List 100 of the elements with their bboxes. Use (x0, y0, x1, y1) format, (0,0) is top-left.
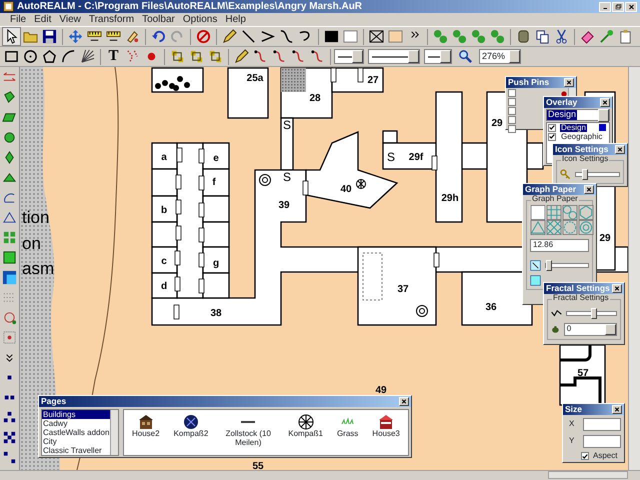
slider-track[interactable] (566, 311, 617, 316)
close-button[interactable] (399, 397, 409, 406)
line-end-dropdown[interactable] (424, 49, 452, 64)
pin-checkbox[interactable] (508, 89, 516, 97)
seed-spin-field[interactable]: 0 (564, 323, 617, 336)
slider-track[interactable] (545, 263, 589, 268)
color-swatch-icon[interactable] (388, 29, 403, 44)
pencil-icon[interactable] (222, 29, 237, 44)
fill-icon[interactable] (2, 270, 17, 284)
layer-checkbox[interactable] (548, 124, 556, 132)
grid-pattern-icon[interactable] (530, 205, 546, 220)
group-icon[interactable] (170, 49, 185, 64)
grid-pattern-icon[interactable] (562, 220, 578, 235)
curve-icon[interactable] (279, 29, 294, 44)
menu-item[interactable]: View (55, 13, 85, 26)
layer-checkbox[interactable] (548, 132, 556, 140)
pentagon-icon[interactable] (42, 49, 57, 64)
zoom-icon[interactable] (458, 49, 473, 64)
dots-icon[interactable] (2, 430, 17, 444)
slider-track[interactable] (575, 172, 620, 177)
grid-pattern-icon[interactable] (578, 205, 594, 220)
curve-icon[interactable] (253, 49, 268, 64)
close-button[interactable] (612, 284, 622, 293)
copy-icon[interactable] (535, 29, 550, 44)
grid-pattern-icon[interactable] (530, 220, 546, 235)
text-tool-button[interactable]: T (104, 47, 123, 66)
curve-icon[interactable] (291, 49, 306, 64)
pin-checkbox[interactable] (508, 107, 516, 115)
pin-checkbox[interactable] (508, 98, 516, 106)
undo-icon[interactable] (151, 29, 166, 44)
group-icon[interactable] (208, 49, 223, 64)
nodes-icon[interactable] (433, 29, 448, 44)
circle-icon[interactable] (23, 49, 38, 64)
menu-item[interactable]: Transform (84, 13, 138, 26)
nodes-icon[interactable] (452, 29, 467, 44)
slider-thumb[interactable] (582, 169, 588, 180)
cylinder-icon[interactable] (516, 29, 531, 44)
scissors-icon[interactable] (554, 29, 569, 44)
node-icon[interactable] (2, 310, 17, 324)
category-item[interactable]: Buildings (42, 410, 110, 419)
layer-item[interactable]: Design (560, 124, 587, 132)
house-icon[interactable] (378, 414, 394, 430)
close-button[interactable] (615, 145, 625, 154)
arc-icon[interactable] (61, 49, 76, 64)
compass-icon[interactable] (182, 414, 199, 430)
line-color-icon[interactable] (530, 260, 541, 271)
dotted-path-icon[interactable] (125, 49, 140, 64)
line-end-dropdown[interactable] (334, 49, 364, 64)
grid-pattern-icon[interactable] (546, 220, 562, 235)
menu-item[interactable]: Options (178, 13, 222, 26)
dropper-icon[interactable] (599, 29, 614, 44)
close-button[interactable] (600, 98, 610, 107)
category-item[interactable]: Classic Traveller (42, 446, 110, 455)
dots-icon[interactable] (2, 410, 17, 424)
curve-icon[interactable] (272, 49, 287, 64)
polyline-icon[interactable] (260, 29, 275, 44)
layer-dropdown[interactable]: Design (546, 109, 610, 121)
menu-item[interactable]: Edit (30, 13, 56, 26)
zoom-dropdown[interactable]: 276% (479, 49, 521, 64)
size-field[interactable] (583, 435, 621, 448)
paint-icon[interactable] (125, 29, 140, 44)
menu-item[interactable]: Help (221, 13, 250, 26)
color-swatch-icon[interactable] (343, 29, 358, 44)
curve-icon[interactable] (310, 49, 325, 64)
menu-item[interactable]: File (6, 13, 30, 26)
close-button[interactable] (612, 405, 622, 414)
grid-size-field[interactable]: 12.86 (530, 239, 589, 252)
size-field[interactable] (583, 418, 621, 431)
close-button[interactable] (584, 185, 594, 194)
grid-pattern-icon[interactable] (578, 220, 594, 235)
aspect-checkbox[interactable] (581, 452, 589, 460)
slider-thumb[interactable] (546, 260, 552, 271)
stop-icon[interactable] (196, 29, 211, 44)
pencil-icon[interactable] (234, 49, 249, 64)
grid-icon[interactable] (2, 250, 17, 264)
grid-pattern-icon[interactable] (546, 205, 562, 220)
slider-thumb[interactable] (590, 308, 597, 319)
fill-color-icon[interactable] (530, 275, 541, 286)
save-icon[interactable] (42, 29, 57, 44)
compass-icon[interactable] (298, 414, 314, 430)
horizontal-scrollbar[interactable] (548, 471, 628, 479)
pin-checkbox[interactable] (508, 125, 516, 133)
color-swatch-icon[interactable] (324, 29, 339, 44)
nodes-icon[interactable] (490, 29, 505, 44)
line-style-dropdown[interactable] (368, 49, 420, 64)
category-item[interactable]: CastleWalls addon (42, 428, 110, 437)
scrollbar[interactable] (110, 410, 118, 455)
layer-item[interactable]: Geographic (560, 132, 604, 140)
eraser-icon[interactable] (580, 29, 595, 44)
house-icon[interactable] (138, 414, 154, 430)
nodes-icon[interactable] (471, 29, 486, 44)
crossed-box-icon[interactable] (369, 29, 384, 44)
group-icon[interactable] (189, 49, 204, 64)
line-icon[interactable] (241, 29, 256, 44)
category-item[interactable]: City (42, 437, 110, 446)
rectangle-icon[interactable] (4, 49, 19, 64)
menu-item[interactable]: Toolbar (138, 13, 179, 26)
pin-checkbox[interactable] (508, 116, 516, 124)
category-item[interactable]: Cadwy (42, 419, 110, 428)
vertical-scrollbar[interactable] (628, 67, 640, 470)
